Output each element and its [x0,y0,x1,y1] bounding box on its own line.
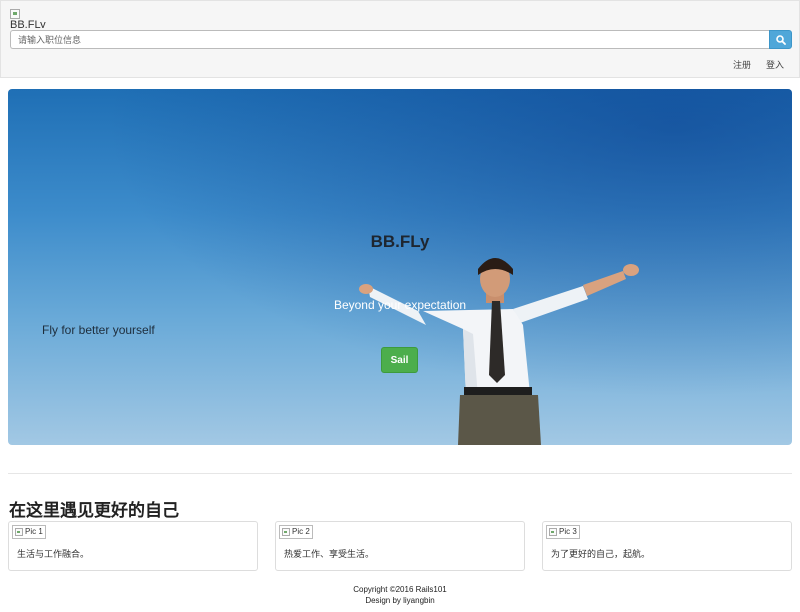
broken-image-icon [549,528,557,536]
card-image-alt: Pic 3 [559,527,577,536]
register-link[interactable]: 注册 [733,58,751,71]
section-title: 在这里遇见更好的自己 [9,501,179,520]
card-image: Pic 1 [12,525,46,539]
card-image: Pic 3 [546,525,580,539]
hero-banner: BB.FLy Beyond your expectation Fly for b… [8,89,792,445]
search-form [10,30,792,49]
hero-title: BB.FLy [370,232,430,251]
card-caption: 热爱工作、享受生活。 [284,549,375,559]
search-input[interactable] [10,30,770,49]
hero-side-text: Fly for better yourself [42,323,155,337]
feature-card: Pic 2 热爱工作、享受生活。 [275,521,525,571]
login-link[interactable]: 登入 [766,58,784,71]
hero-subtitle: Beyond your expectation [333,298,467,312]
broken-image-icon [282,528,290,536]
card-caption: 生活与工作融合。 [17,549,90,559]
section-divider [8,473,792,474]
footer-copyright: Copyright ©2016 Rails101 [353,585,447,594]
broken-image-icon [15,528,23,536]
sail-button[interactable]: Sail [381,347,418,373]
search-button[interactable] [769,30,792,49]
search-icon [776,35,786,45]
brand-logo-alt: BB.FLy [10,19,46,28]
navbar: BB.FLy 注册 登入 [0,0,800,78]
broken-image-icon [10,9,20,19]
card-image: Pic 2 [279,525,313,539]
card-caption: 为了更好的自己，起航。 [551,549,651,559]
brand-logo[interactable]: BB.FLy [10,8,50,28]
feature-card: Pic 3 为了更好的自己，起航。 [542,521,792,571]
feature-card: Pic 1 生活与工作融合。 [8,521,258,571]
card-image-alt: Pic 1 [25,527,43,536]
footer-design-credit: Design by liyangbin [365,596,435,605]
card-image-alt: Pic 2 [292,527,310,536]
hero-person-illustration [359,258,639,445]
